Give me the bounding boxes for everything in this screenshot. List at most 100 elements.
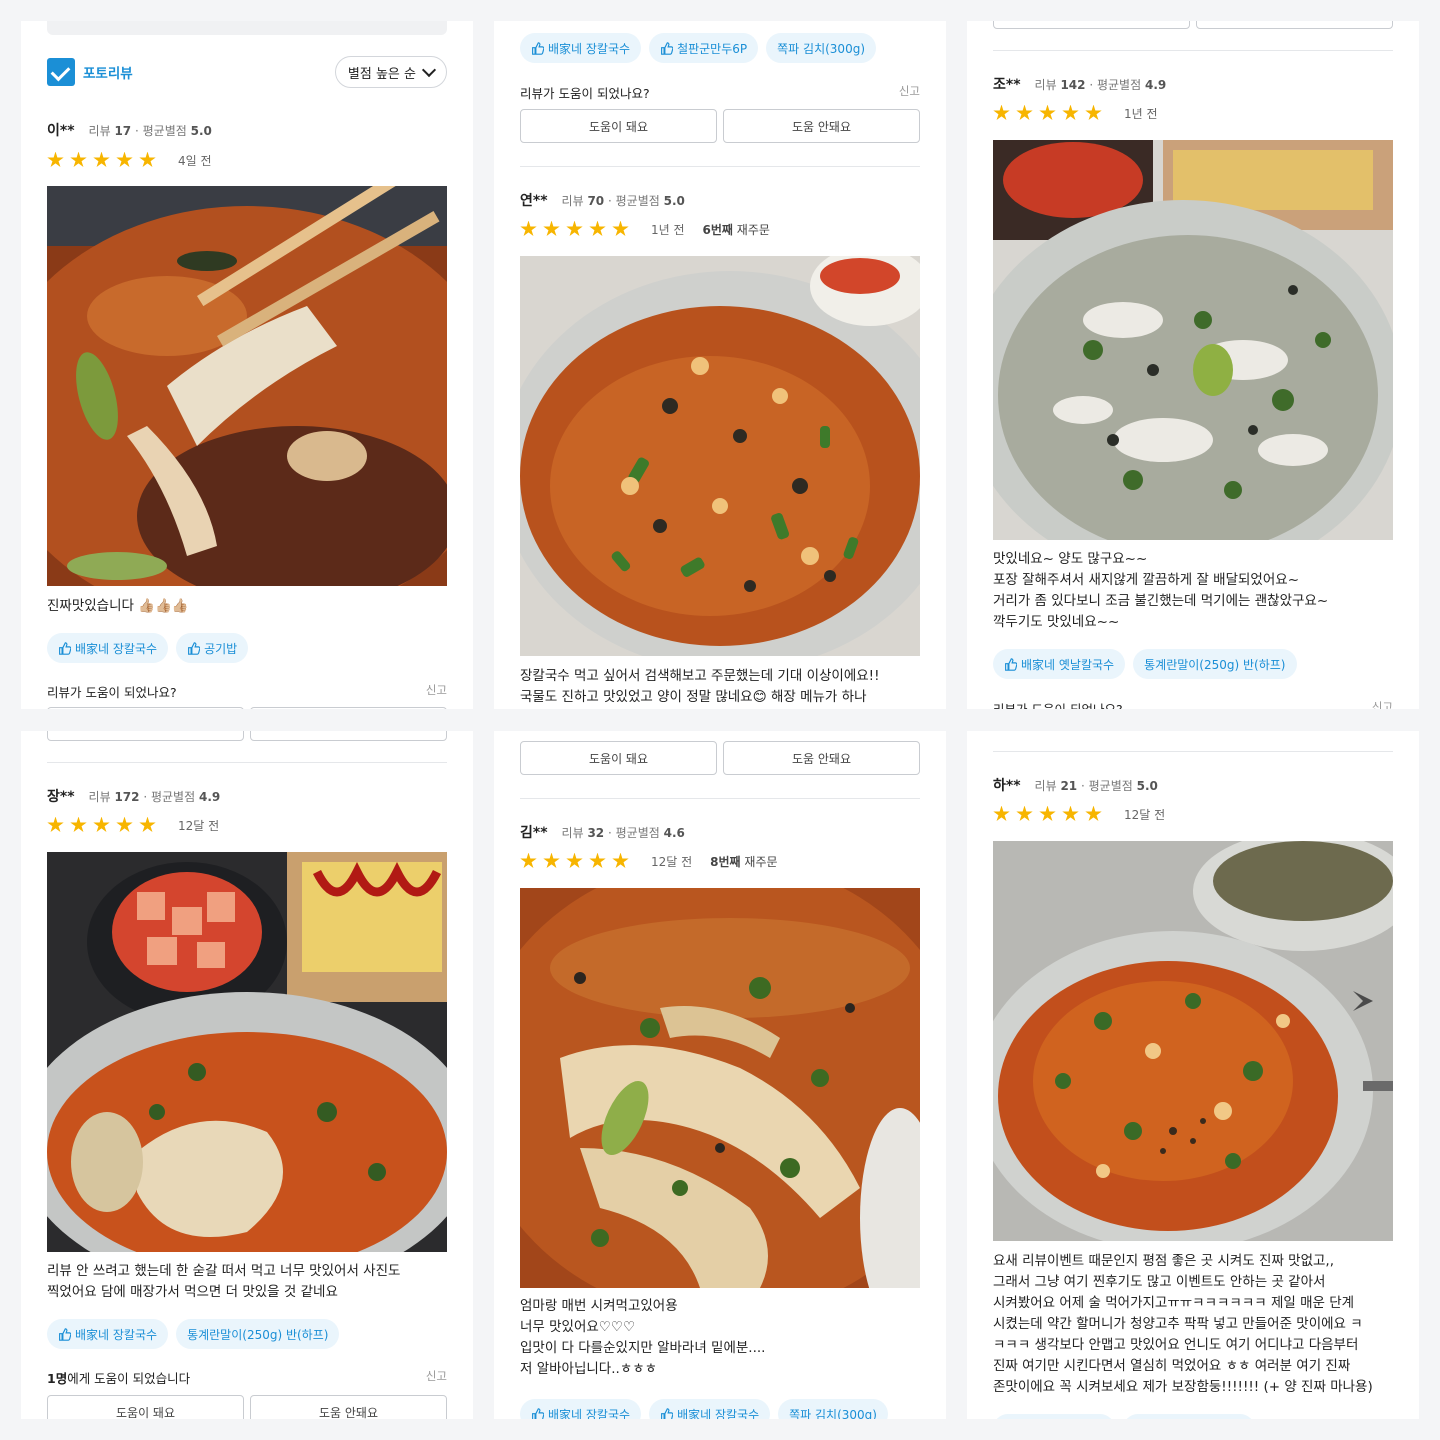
- star-icon: [520, 852, 537, 868]
- menu-tag[interactable]: 배家네 장칼국수: [47, 633, 169, 663]
- star-icon: [520, 220, 537, 236]
- report-link[interactable]: 신고: [426, 1368, 447, 1384]
- menu-tag[interactable]: [993, 1414, 1115, 1419]
- ordered-menu-tags: 배家네 장칼국수 철판군만두6P 쪽파 김치(300g): [520, 33, 877, 63]
- thumbs-up-icon: [661, 1407, 674, 1419]
- menu-tag[interactable]: 철판군만두6P: [649, 33, 759, 63]
- author-meta: 리뷰 172 · 평균별점 4.9: [88, 789, 221, 804]
- rating-stars: 12달 전: [47, 815, 219, 835]
- reorder-count: 8번째 재주문: [710, 854, 778, 869]
- star-icon: [70, 151, 87, 167]
- helpful-no-button[interactable]: 도움 안돼요: [250, 1395, 447, 1419]
- review-photo[interactable]: [47, 852, 447, 1252]
- star-icon: [1062, 805, 1079, 821]
- star-icon: [612, 220, 629, 236]
- checkbox-checked-icon[interactable]: [47, 58, 75, 86]
- menu-tag[interactable]: 배家네 장칼국수: [520, 33, 642, 63]
- star-icon: [93, 151, 110, 167]
- helpful-buttons: 도움이 돼요 도움 안돼요: [520, 109, 920, 143]
- helpful-yes-button[interactable]: 도움이 돼요: [520, 109, 717, 143]
- star-icon: [116, 151, 133, 167]
- rating-stars: 1년 전 6번째 재주문: [520, 219, 770, 239]
- menu-tag[interactable]: 쪽파 김치(300g): [778, 1399, 888, 1419]
- review-photo[interactable]: [993, 841, 1393, 1241]
- author-name[interactable]: 이**: [47, 120, 75, 140]
- menu-tag[interactable]: [1123, 1414, 1255, 1419]
- photo-review-filter[interactable]: 포토리뷰: [47, 58, 133, 86]
- review-author: 김** 리뷰 32 · 평균별점 4.6: [520, 823, 685, 841]
- divider: [520, 798, 920, 799]
- review-panel-2: 배家네 장칼국수 철판군만두6P 쪽파 김치(300g) 리뷰가 도움이 되었나…: [494, 21, 946, 709]
- report-link[interactable]: 신고: [899, 83, 920, 99]
- author-name[interactable]: 김**: [520, 822, 548, 842]
- helpful-question: 리뷰가 도움이 되었나요? 신고: [47, 682, 447, 700]
- menu-tag[interactable]: 통계란말이(250g) 반(하프): [1133, 649, 1297, 679]
- helpful-yes-button[interactable]: 도움이 돼요: [520, 741, 717, 775]
- review-photo[interactable]: [47, 186, 447, 586]
- menu-tag[interactable]: 쪽파 김치(300g): [766, 33, 877, 63]
- report-link[interactable]: 신고: [426, 682, 447, 698]
- sort-dropdown[interactable]: 별점 높은 순: [334, 56, 447, 88]
- menu-tag[interactable]: 배家네 장칼국수: [47, 1319, 169, 1349]
- review-author: 장** 리뷰 172 · 평균별점 4.9: [47, 787, 220, 805]
- author-name[interactable]: 조**: [993, 74, 1021, 94]
- review-photo[interactable]: [993, 140, 1393, 540]
- star-icon: [93, 816, 110, 832]
- star-icon: [139, 816, 156, 832]
- divider: [993, 751, 1393, 752]
- star-icon: [1085, 805, 1102, 821]
- author-name[interactable]: 하**: [993, 775, 1021, 795]
- thumbs-up-icon: [59, 641, 71, 655]
- author-meta: 리뷰 32 · 평균별점 4.6: [561, 825, 685, 840]
- helpful-buttons: 도움이 돼요 도움 안돼요: [520, 741, 920, 775]
- helpful-no-button[interactable]: 도움 안돼요: [250, 731, 447, 741]
- divider: [993, 50, 1393, 51]
- star-icon: [47, 151, 64, 167]
- star-icon: [543, 220, 560, 236]
- helpful-no-button[interactable]: 도움 안돼요: [723, 109, 920, 143]
- review-panel-1: 포토리뷰 별점 높은 순 이** 리뷰 17 · 평균별점 5.0 4일 전 진…: [21, 21, 473, 709]
- star-icon: [47, 816, 64, 832]
- menu-tag[interactable]: 배家네 장칼국수: [520, 1399, 642, 1419]
- helpful-yes-button[interactable]: 도움이 돼요: [47, 1395, 244, 1419]
- menu-tag[interactable]: 배家네 장칼국수: [649, 1399, 771, 1419]
- helpful-yes-button[interactable]: 도움이 돼요: [47, 707, 244, 709]
- star-icon: [1016, 104, 1033, 120]
- ordered-menu-tags-partial: [993, 1414, 1255, 1419]
- thumbs-up-icon: [59, 1327, 71, 1341]
- review-photo[interactable]: [520, 888, 920, 1288]
- review-photo[interactable]: [520, 256, 920, 656]
- helpful-no-button[interactable]: 도움 안돼요: [250, 707, 447, 709]
- helpful-question: 리뷰가 도움이 되었나요? 신고: [520, 83, 920, 101]
- reorder-count: 6번째 재주문: [702, 222, 770, 237]
- review-date: 1년 전: [651, 222, 685, 237]
- thumbs-up-icon: [661, 41, 674, 55]
- review-date: 4일 전: [178, 153, 212, 168]
- review-date: 12달 전: [651, 854, 693, 869]
- helpful-no-button[interactable]: 도움 안돼요: [723, 741, 920, 775]
- star-icon: [589, 220, 606, 236]
- star-icon: [1039, 104, 1056, 120]
- helpful-yes-button[interactable]: 도움이 돼요: [47, 731, 244, 741]
- rating-stars: 4일 전: [47, 150, 212, 170]
- menu-tag[interactable]: 배家네 옛날칼국수: [993, 649, 1126, 679]
- review-author: 하** 리뷰 21 · 평균별점 5.0: [993, 776, 1158, 794]
- star-icon: [1085, 104, 1102, 120]
- helpful-buttons: 도움이 돼요 도움 안돼요: [47, 731, 447, 741]
- divider: [47, 762, 447, 763]
- menu-tag[interactable]: 공기밥: [176, 633, 249, 663]
- helpful-no-button[interactable]: 도움 안돼요: [1196, 21, 1393, 29]
- menu-tag[interactable]: 통계란말이(250g) 반(하프): [176, 1319, 340, 1349]
- author-name[interactable]: 장**: [47, 786, 75, 806]
- chevron-down-icon: [421, 62, 437, 78]
- divider: [520, 166, 920, 167]
- star-icon: [566, 852, 583, 868]
- review-text: 엄마랑 매번 시켜먹고있어용 너무 맛있어요♡♡♡ 입맛이 다 다를순있지만 알…: [520, 1298, 766, 1377]
- review-panel-6: 하** 리뷰 21 · 평균별점 5.0 12달 전 요새 리뷰이벤트 때문인지…: [967, 731, 1419, 1419]
- helpful-buttons: 도움이 돼요 도움 안돼요: [47, 1395, 447, 1419]
- helpful-yes-button[interactable]: 도움이 돼요: [993, 21, 1190, 29]
- report-link[interactable]: 신고: [1372, 699, 1393, 709]
- photo-review-label: 포토리뷰: [83, 66, 133, 82]
- rating-stars: 12달 전 8번째 재주문: [520, 851, 778, 871]
- author-name[interactable]: 연**: [520, 190, 548, 210]
